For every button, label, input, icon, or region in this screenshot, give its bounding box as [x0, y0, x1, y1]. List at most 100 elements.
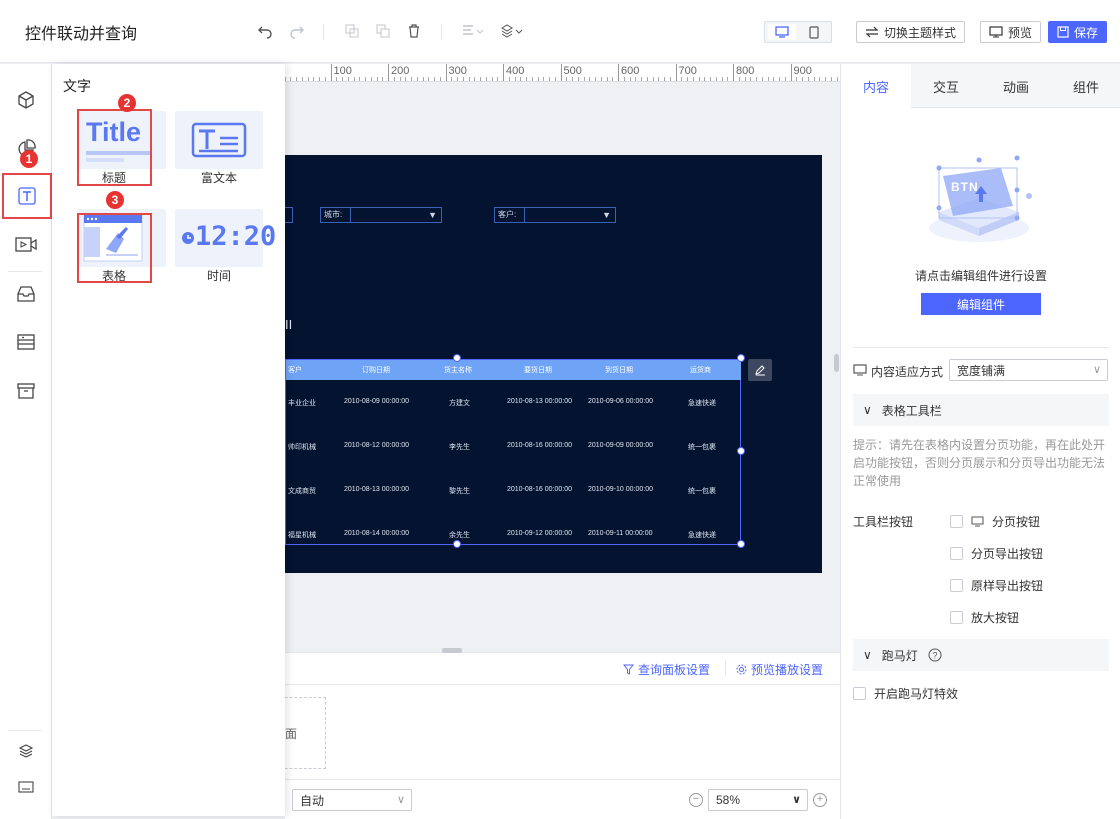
redo-icon[interactable] — [288, 22, 306, 40]
ruler-minor-tick — [629, 77, 631, 81]
ruler-minor-tick — [439, 77, 441, 81]
save-button[interactable]: 保存 — [1048, 21, 1108, 43]
panel-drag-handle[interactable] — [442, 648, 462, 653]
data-table[interactable]: 客户 订购日期 货主名称 要货日期 到货日期 运货商 丰业企业 2010-08-0… — [285, 359, 741, 545]
ruler-label: 100 — [333, 65, 352, 77]
resize-handle[interactable] — [737, 354, 745, 362]
ruler-minor-tick — [531, 77, 533, 81]
dashboard-canvas[interactable]: 城市: ▼ 客户: ▼ II 客户 订购日期 货主名称 要货日期 到货日期 运货… — [285, 155, 822, 573]
checkbox[interactable] — [950, 579, 963, 592]
checkbox-zoom-button[interactable]: 放大按钮 — [950, 609, 1019, 626]
align-icon[interactable] — [461, 22, 485, 40]
ruler-major-tick — [618, 64, 619, 81]
ruler-minor-tick — [704, 77, 706, 81]
layer-order-icon[interactable] — [500, 22, 524, 40]
table-toolbar-section-header[interactable]: ∨ 表格工具栏 — [853, 394, 1109, 426]
table-header-cell: 要货日期 — [524, 367, 552, 374]
resize-handle[interactable] — [737, 540, 745, 548]
filter-select-partial[interactable] — [285, 207, 293, 223]
sidebar-item-archive[interactable] — [0, 368, 52, 414]
canvas-scrollbar[interactable] — [834, 354, 839, 372]
ruler-minor-tick — [767, 77, 769, 81]
query-panel-settings-link[interactable]: 查询面板设置 — [623, 661, 710, 678]
ruler-minor-tick — [738, 77, 740, 81]
palette-item-rich-text[interactable] — [175, 111, 263, 169]
checkbox[interactable] — [950, 611, 963, 624]
edit-hint-text: 请点击编辑组件进行设置 — [914, 269, 1047, 283]
content-fit-select[interactable]: 宽度铺满 ∨ — [949, 359, 1108, 381]
ruler-minor-tick — [319, 77, 320, 81]
ruler-minor-tick — [623, 77, 625, 81]
fit-mode-select[interactable]: 自动 ∨ — [292, 789, 412, 811]
ruler-minor-tick — [641, 77, 642, 81]
rich-text-icon — [191, 122, 247, 158]
table-heading-fragment: II — [285, 317, 293, 332]
checkbox[interactable] — [950, 547, 963, 560]
tab-animation[interactable]: 动画 — [981, 64, 1051, 108]
resize-handle[interactable] — [453, 540, 461, 548]
customer-filter-select[interactable]: ▼ — [524, 207, 616, 223]
city-filter-select[interactable]: ▼ — [350, 207, 442, 223]
ruler-minor-tick — [451, 77, 453, 81]
checkbox-label: 原样导出按钮 — [971, 579, 1044, 593]
palette-item-label: 富文本 — [200, 171, 237, 185]
checkbox-page-button[interactable]: 分页按钮 — [950, 513, 1040, 530]
resize-handle[interactable] — [453, 354, 461, 362]
ruler-major-tick — [388, 64, 389, 81]
tab-content[interactable]: 内容 — [841, 64, 911, 108]
palette-item-time[interactable]: 12:20 — [175, 209, 276, 267]
tab-component[interactable]: 组件 — [1051, 64, 1120, 108]
desktop-view-button[interactable] — [768, 24, 796, 40]
checkbox-page-export-button[interactable]: 分页导出按钮 — [950, 545, 1043, 562]
sidebar-item-keyboard[interactable] — [0, 774, 52, 800]
zoom-in-icon[interactable]: + — [813, 793, 827, 807]
switch-theme-button[interactable]: 切换主题样式 — [856, 21, 966, 43]
sidebar-item-text[interactable] — [2, 173, 52, 219]
ruler-minor-tick — [635, 77, 637, 81]
copy-icon[interactable] — [343, 22, 361, 40]
sidebar-item-3d[interactable] — [0, 77, 52, 123]
ruler-minor-tick — [520, 77, 522, 81]
checkbox[interactable] — [853, 687, 866, 700]
checkbox[interactable] — [950, 515, 963, 528]
ruler-minor-tick — [411, 77, 412, 81]
toolbar-separator — [323, 24, 324, 40]
ruler-label: 300 — [448, 65, 467, 77]
filter-icon — [623, 664, 634, 675]
sidebar-item-container[interactable] — [0, 271, 52, 317]
mobile-view-button[interactable] — [800, 24, 828, 40]
ruler-minor-tick — [819, 77, 821, 81]
ruler-minor-tick — [370, 77, 372, 81]
zoom-value: 58% — [716, 793, 741, 807]
table-header-cell: 订购日期 — [362, 367, 390, 374]
delete-icon[interactable] — [405, 22, 423, 40]
undo-icon[interactable] — [256, 22, 274, 40]
ruler-minor-tick — [715, 77, 717, 81]
ruler-minor-tick — [457, 77, 458, 81]
preview-button[interactable]: 预览 — [980, 21, 1042, 43]
ruler-major-tick — [790, 64, 792, 81]
ruler-label: 900 — [793, 65, 812, 77]
ruler-label: 700 — [678, 65, 697, 77]
zoom-out-icon[interactable]: − — [689, 793, 703, 807]
layers-icon — [18, 744, 34, 758]
sidebar-item-layers[interactable] — [0, 738, 52, 764]
sidebar-item-media[interactable] — [0, 222, 52, 268]
marquee-section-header[interactable]: ∨ 跑马灯 ? — [853, 639, 1109, 671]
checkbox-original-export-button[interactable]: 原样导出按钮 — [950, 577, 1043, 594]
resize-handle[interactable] — [737, 447, 745, 455]
checkbox-marquee[interactable]: 开启跑马灯特效 — [853, 685, 958, 702]
table-cell: 2010-08-12 00:00:00 — [344, 442, 409, 449]
table-cell: 丰业企业 — [288, 400, 316, 407]
zoom-select[interactable]: 58% ∨ — [708, 789, 808, 811]
ruler-minor-tick — [836, 77, 838, 81]
sidebar-item-query[interactable] — [0, 319, 52, 365]
edit-table-button[interactable] — [748, 359, 772, 381]
component-sidebar — [0, 64, 52, 819]
tab-interaction[interactable]: 交互 — [911, 64, 981, 108]
marquee-section-title: 跑马灯 — [881, 648, 918, 663]
edit-component-button[interactable]: 编辑组件 — [921, 293, 1041, 315]
preview-play-settings-link[interactable]: 预览播放设置 — [736, 661, 823, 678]
ruler-label: 800 — [736, 65, 755, 77]
paste-icon[interactable] — [374, 22, 392, 40]
